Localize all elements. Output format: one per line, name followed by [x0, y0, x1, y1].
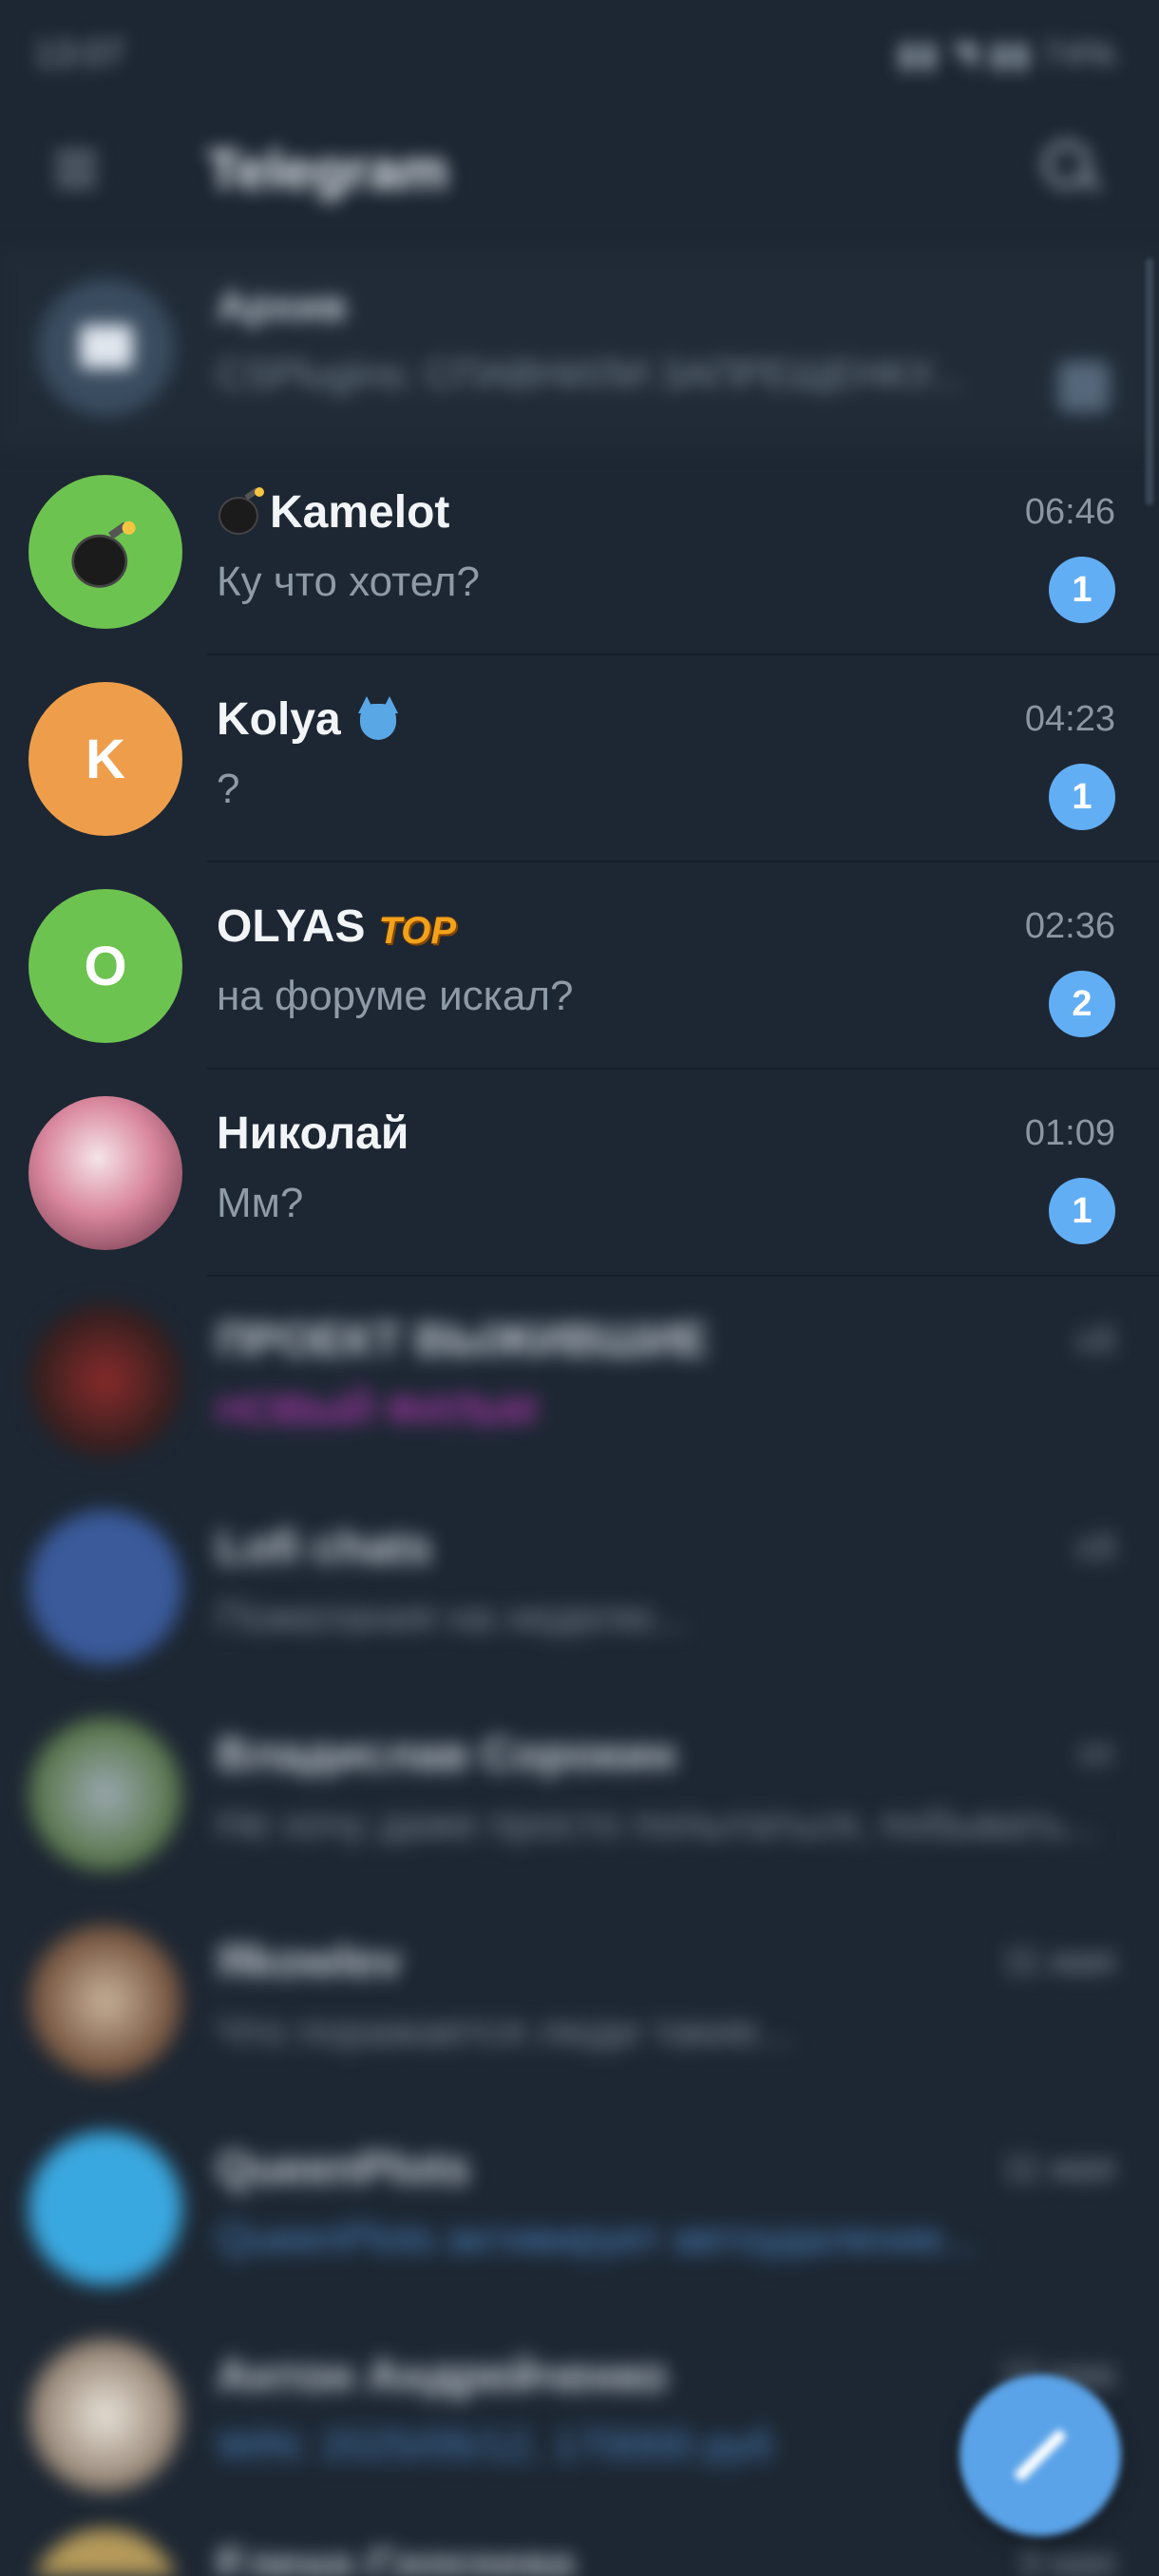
- unread-badge: 1: [1049, 764, 1115, 830]
- unread-badge: 1: [1049, 1178, 1115, 1244]
- chat-time: 06:46: [1024, 492, 1115, 532]
- avatar-nikolai: [28, 1096, 182, 1250]
- chat-name-text: Kolya: [217, 694, 341, 745]
- chat-name: Kolya: [217, 693, 402, 746]
- avatar-kamelot: [28, 475, 182, 629]
- chat-time: 11 мая: [1003, 1941, 1115, 1981]
- chat-name: Владислав Сорокин: [217, 1730, 676, 1780]
- chat-preview: ?: [217, 766, 240, 812]
- avatar-kolya: K: [28, 682, 182, 836]
- unread-badge: 1: [1049, 557, 1115, 623]
- unread-badge: 2: [1049, 971, 1115, 1037]
- chat-avatar: [28, 2131, 182, 2285]
- new-message-button[interactable]: [960, 2375, 1121, 2536]
- chat-row-olyas[interactable]: O OLYAS TOP 02:36 на форуме искал? 2: [0, 862, 1159, 1070]
- top-badge-icon: TOP: [378, 910, 457, 952]
- avatar-olyas: O: [28, 889, 182, 1043]
- chat-row[interactable]: Lofi chats сб Пожелания на неделю...: [0, 1484, 1159, 1691]
- status-icons: ▮▮ ◥ ▮▮ 74%: [898, 34, 1117, 73]
- chat-row-nikolai[interactable]: Николай 01:09 Мм? 1: [0, 1070, 1159, 1277]
- chat-time: 11 мая: [1003, 2149, 1115, 2188]
- archived-chats-row[interactable]: Архив CSPlugins: СПАВНИЛИ ЗАПРЕЩЕНКУ...: [0, 249, 1159, 448]
- chat-name-text: Kamelot: [270, 487, 450, 538]
- search-icon[interactable]: [1037, 135, 1104, 201]
- chat-time: 9 мая: [1020, 2544, 1115, 2576]
- menu-icon[interactable]: [49, 142, 103, 196]
- chat-time: сб: [1076, 1320, 1115, 1360]
- chat-name: Антон Андрейченко: [217, 2351, 668, 2401]
- chat-row-kolya[interactable]: K Kolya 04:23 ? 1: [0, 655, 1159, 862]
- chat-time: сб: [1076, 1527, 1115, 1567]
- archive-preview: CSPlugins: СПАВНИЛИ ЗАПРЕЩЕНКУ...: [217, 351, 961, 396]
- chat-preview: на форуме искал?: [217, 973, 574, 1019]
- chat-row[interactable]: Елена Сергеева 9 мая: [0, 2519, 1159, 2576]
- chat-preview: WIN: 2025/05/12, 170000 руб: [217, 2422, 773, 2469]
- chat-preview: Не хочу даже просто попытаться, побывать…: [217, 1801, 1100, 1847]
- chat-name-text: OLYAS: [217, 901, 366, 952]
- chat-row-kamelot[interactable]: Kamelot 06:46 Ку что хотел? 1: [0, 448, 1159, 655]
- chat-preview: Пожелания на неделю...: [217, 1594, 688, 1640]
- chat-name: QueenPlots: [217, 2144, 470, 2194]
- chat-preview: QueenPlots активирует автоудаление...: [217, 2215, 978, 2262]
- bomb-icon: [69, 521, 139, 588]
- chat-preview: Что поражается люди такие...: [217, 2008, 793, 2055]
- chat-name: Lofi chats: [217, 1523, 432, 1573]
- archive-box-icon: [80, 325, 133, 369]
- chat-row[interactable]: Яkowlev 11 мая Что поражается люди такие…: [0, 1898, 1159, 2105]
- chat-avatar: [28, 1717, 182, 1871]
- chat-name: Яkowlev: [217, 1937, 402, 1987]
- chat-preview: Ку что хотел?: [217, 559, 480, 605]
- chat-time: 02:36: [1024, 906, 1115, 946]
- app-title: Telegram: [207, 140, 448, 201]
- chat-avatar: [28, 1924, 182, 2078]
- archive-title: Архив: [217, 283, 347, 330]
- chat-preview: НОВЫЙ ФИЛЬМ: [217, 1387, 537, 1433]
- chat-avatar: [28, 1510, 182, 1664]
- chat-name: Николай: [217, 1108, 409, 1159]
- fox-icon: [354, 696, 402, 742]
- status-bar: 13:07 ▮▮ ◥ ▮▮ 74%: [0, 0, 1159, 114]
- status-time: 13:07: [34, 34, 125, 74]
- chat-avatar: [28, 1303, 182, 1457]
- bomb-icon: [217, 487, 266, 535]
- chat-time: 04:23: [1024, 699, 1115, 739]
- chat-avatar: [28, 2529, 182, 2576]
- chat-row[interactable]: ПРОЕКТ ВЫЖИВШИЕ сб НОВЫЙ ФИЛЬМ: [0, 1277, 1159, 1484]
- chat-name: Елена Сергеева: [217, 2541, 576, 2576]
- scrollbar[interactable]: [1146, 258, 1153, 505]
- chat-name: OLYAS TOP: [217, 900, 456, 953]
- chat-avatar: [28, 2339, 182, 2492]
- chat-time: 01:09: [1024, 1113, 1115, 1153]
- chat-row[interactable]: Владислав Сорокин пт Не хочу даже просто…: [0, 1691, 1159, 1898]
- app-bar: Telegram: [0, 114, 1159, 247]
- archive-badge: [1058, 361, 1110, 412]
- pencil-icon: [1013, 2428, 1068, 2483]
- chat-name: ПРОЕКТ ВЫЖИВШИЕ: [217, 1316, 709, 1366]
- chat-name: Kamelot: [217, 486, 449, 539]
- chat-preview: Мм?: [217, 1180, 304, 1226]
- archive-avatar: [38, 279, 175, 416]
- chat-time: пт: [1079, 1734, 1115, 1774]
- chat-row[interactable]: QueenPlots 11 мая QueenPlots активирует …: [0, 2105, 1159, 2312]
